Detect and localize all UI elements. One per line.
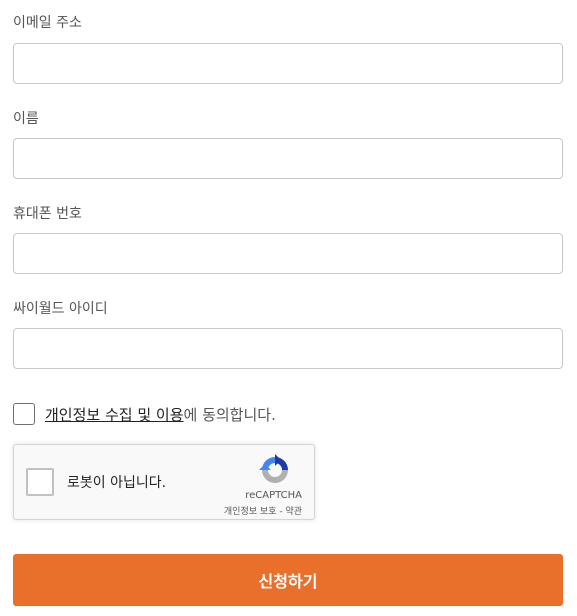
recaptcha-terms-link[interactable]: 약관 — [285, 507, 302, 517]
privacy-policy-link[interactable]: 개인정보 수집 및 이용 — [45, 406, 184, 424]
privacy-agreement-checkbox[interactable] — [13, 403, 35, 425]
recaptcha-checkbox[interactable] — [26, 468, 54, 496]
email-field[interactable] — [13, 43, 563, 84]
submit-button[interactable]: 신청하기 — [13, 554, 563, 606]
application-form: 이메일 주소 이름 휴대폰 번호 싸이월드 아이디 개인정보 수집 및 이용에 … — [0, 0, 577, 616]
privacy-agreement-text: 개인정보 수집 및 이용에 동의합니다. — [45, 404, 276, 425]
privacy-agreement-suffix: 에 동의합니다. — [183, 405, 276, 424]
email-label: 이메일 주소 — [13, 15, 82, 31]
phone-label: 휴대폰 번호 — [13, 206, 82, 222]
recaptcha-links: 개인정보 보호 - 약관 — [224, 504, 302, 517]
recaptcha-brand: reCAPTCHA — [245, 490, 302, 501]
name-label: 이름 — [13, 111, 39, 127]
recaptcha-widget: 로봇이 아닙니다. reCAPTCHA 개인정보 보호 - 약관 — [13, 444, 315, 520]
recaptcha-label: 로봇이 아닙니다. — [67, 475, 167, 491]
recaptcha-privacy-link[interactable]: 개인정보 보호 — [224, 507, 277, 517]
cyworld-id-field[interactable] — [13, 328, 563, 369]
privacy-agreement-row: 개인정보 수집 및 이용에 동의합니다. — [13, 402, 276, 426]
recaptcha-logo-icon — [259, 454, 288, 483]
cyworld-id-label: 싸이월드 아이디 — [13, 301, 108, 317]
name-field[interactable] — [13, 138, 563, 179]
phone-field[interactable] — [13, 233, 563, 274]
